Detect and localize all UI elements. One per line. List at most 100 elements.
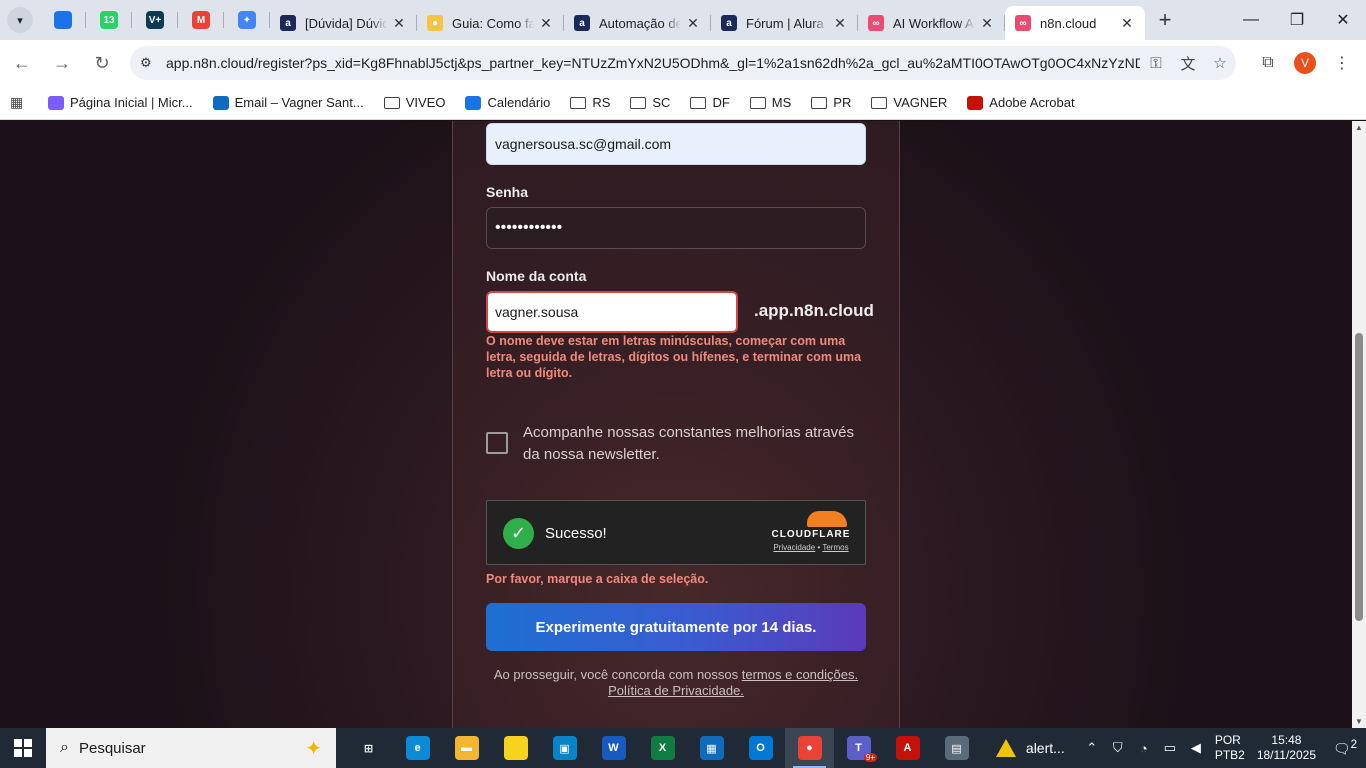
bookmark-item[interactable]: Calendário — [465, 95, 550, 110]
tab-close-icon[interactable]: ✕ — [1119, 15, 1135, 32]
browser-tab[interactable]: a Automação de ✕ — [564, 6, 711, 40]
lang-line2: PTB2 — [1214, 748, 1245, 762]
tab-close-icon[interactable]: ✕ — [685, 15, 701, 32]
tab-close-icon[interactable]: ✕ — [832, 15, 848, 32]
browser-tab[interactable]: a Fórum | Alura ✕ — [711, 6, 858, 40]
apps-grid-icon[interactable]: ▦ — [10, 94, 30, 111]
bookmark-label: Calendário — [487, 95, 551, 110]
site-info-icon[interactable]: ⚙ — [140, 55, 162, 71]
restore-icon[interactable]: ❐ — [1274, 0, 1320, 40]
notifications-icon[interactable]: 🗨2 — [1330, 738, 1360, 758]
bookmark-label: Página Inicial | Micr... — [70, 95, 193, 110]
taskbar-app[interactable]: X — [638, 728, 687, 768]
bookmark-favicon-icon — [465, 95, 482, 110]
bookmark-item[interactable]: Página Inicial | Micr... — [48, 95, 193, 110]
taskbar-app[interactable]: O — [736, 728, 785, 768]
password-key-icon[interactable]: ⚿ — [1140, 55, 1172, 72]
alert-app[interactable]: alert... — [995, 739, 1065, 757]
scroll-down-icon[interactable]: ▼ — [1352, 717, 1366, 726]
account-name-field[interactable] — [486, 291, 738, 333]
bookmark-item[interactable]: DF — [690, 95, 730, 110]
power-icon[interactable]: ▭ — [1158, 740, 1182, 756]
bookmark-item[interactable]: PR — [811, 95, 851, 110]
extensions-icon[interactable]: ⧉ — [1250, 54, 1286, 72]
cloudflare-captcha[interactable]: ✓ Sucesso! CLOUDFLARE Privacidade • Term… — [486, 500, 866, 565]
translate-icon[interactable]: 文 — [1172, 53, 1204, 74]
account-domain-suffix: .app.n8n.cloud — [754, 301, 874, 320]
taskbar-app[interactable] — [491, 728, 540, 768]
taskbar-app[interactable]: A — [883, 728, 932, 768]
bookmark-item[interactable]: MS — [749, 95, 792, 110]
email-field[interactable] — [486, 123, 866, 165]
pinned-tab[interactable]: ✦ — [224, 0, 270, 40]
tab-close-icon[interactable]: ✕ — [538, 15, 554, 32]
pinned-tab[interactable]: M — [178, 0, 224, 40]
password-field[interactable] — [486, 207, 866, 249]
captcha-terms-link[interactable]: Termos — [822, 543, 848, 552]
taskbar-app[interactable]: ▦ — [687, 728, 736, 768]
volume-icon[interactable]: ◀ — [1184, 740, 1208, 756]
scroll-up-icon[interactable]: ▲ — [1352, 123, 1366, 132]
url-text[interactable]: app.n8n.cloud/register?ps_xid=Kg8FhnablJ… — [166, 55, 1140, 71]
network-icon[interactable]: ◔ — [1132, 741, 1156, 756]
bookmark-item[interactable]: SC — [630, 95, 670, 110]
cloudflare-cloud-icon — [807, 511, 847, 527]
taskbar-app[interactable]: e — [393, 728, 442, 768]
close-window-icon[interactable]: ✕ — [1320, 0, 1366, 40]
bookmark-item[interactable]: Email – Vagner Sant... — [212, 95, 364, 110]
page-scrollbar[interactable]: ▲ ▼ — [1352, 121, 1366, 728]
taskbar-app[interactable]: T 9+ — [834, 728, 883, 768]
browser-tab[interactable]: a [Dúvida] Dúvid ✕ — [270, 6, 417, 40]
reload-icon[interactable]: ↻ — [84, 45, 120, 81]
chevron-up-icon[interactable]: ⌃ — [1080, 740, 1104, 756]
acrobat-icon: A — [895, 736, 920, 760]
minimize-icon[interactable]: — — [1228, 0, 1274, 40]
pinned-tab[interactable]: 13 — [86, 0, 132, 40]
pinned-tab[interactable] — [40, 0, 86, 40]
bookmark-item[interactable]: VIVEO — [383, 95, 445, 110]
terms-link[interactable]: termos e condições. — [742, 667, 858, 682]
browser-tab[interactable]: ∞ AI Workflow A ✕ — [858, 6, 1005, 40]
bookmark-label: VAGNER — [893, 95, 948, 110]
bookmark-label: MS — [771, 95, 792, 110]
bookmark-star-icon[interactable]: ☆ — [1204, 54, 1236, 72]
taskbar-app[interactable]: ▤ — [932, 728, 981, 768]
tab-close-icon[interactable]: ✕ — [979, 15, 995, 32]
taskbar-app[interactable]: W — [589, 728, 638, 768]
tab-close-icon[interactable]: ✕ — [391, 15, 407, 32]
forward-icon[interactable]: → — [44, 45, 80, 81]
tab-favicon-icon: ∞ — [868, 15, 884, 31]
bookmark-item[interactable]: VAGNER — [871, 95, 947, 110]
tab-search-button[interactable]: ▾ — [0, 0, 40, 40]
profile-avatar[interactable]: V — [1294, 52, 1316, 74]
captcha-error: Por favor, marque a caixa de seleção. — [486, 572, 709, 586]
language-indicator[interactable]: POR PTB2 — [1215, 733, 1245, 763]
taskbar-app[interactable]: ⊞ — [344, 728, 393, 768]
bookmark-favicon-icon — [48, 95, 64, 110]
taskbar-app[interactable]: ▬ — [442, 728, 491, 768]
browser-tab[interactable]: ∞ n8n.cloud ✕ — [1005, 6, 1145, 40]
start-trial-button[interactable]: Experimente gratuitamente por 14 dias. — [486, 603, 866, 651]
bookmark-item[interactable]: RS — [570, 95, 610, 110]
taskbar-app[interactable]: ▣ — [540, 728, 589, 768]
security-shield-icon[interactable]: ⛉ — [1106, 740, 1130, 756]
newsletter-checkbox[interactable] — [486, 432, 508, 454]
start-button[interactable] — [0, 728, 46, 768]
address-bar[interactable]: ⚙ app.n8n.cloud/register?ps_xid=Kg8Fhnab… — [130, 46, 1236, 80]
privacy-link[interactable]: Política de Privacidade. — [608, 683, 744, 698]
new-tab-button[interactable]: + — [1147, 2, 1183, 38]
excel-icon: X — [650, 736, 675, 760]
browser-tab[interactable]: ● Guia: Como fa ✕ — [417, 6, 564, 40]
scrollbar-thumb[interactable] — [1355, 333, 1363, 621]
clock[interactable]: 15:48 18/11/2025 — [1257, 733, 1316, 763]
captcha-link-separator: • — [817, 543, 821, 552]
pinned-tab[interactable]: V+ — [132, 0, 178, 40]
folder-icon — [811, 96, 828, 109]
back-icon[interactable]: ← — [4, 45, 40, 81]
folder-icon — [570, 96, 587, 109]
taskbar-search[interactable]: ⌕ Pesquisar ✦ — [46, 728, 336, 768]
menu-kebab-icon[interactable]: ⋮ — [1324, 53, 1360, 73]
captcha-privacy-link[interactable]: Privacidade — [773, 543, 815, 552]
taskbar-app[interactable]: ● — [785, 728, 834, 768]
bookmark-item[interactable]: Adobe Acrobat — [967, 95, 1075, 110]
